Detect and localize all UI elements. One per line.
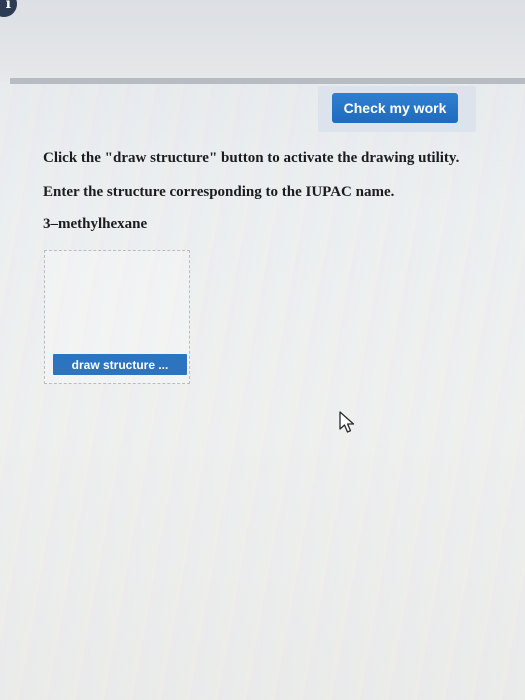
instruction-enter-structure: Enter the structure corresponding to the…	[43, 184, 395, 200]
check-my-work-button[interactable]: Check my work	[332, 93, 458, 123]
check-work-panel: Check my work	[318, 86, 476, 132]
draw-structure-button[interactable]: draw structure ...	[53, 354, 187, 375]
info-glyph: i	[5, 0, 11, 12]
instruction-draw-structure: Click the "draw structure" button to act…	[43, 150, 460, 166]
top-strip: i	[0, 0, 525, 82]
info-icon[interactable]: i	[0, 0, 17, 17]
compound-name: 3–methylhexane	[43, 216, 148, 232]
header-divider	[10, 78, 525, 84]
mouse-pointer-icon	[339, 411, 355, 433]
